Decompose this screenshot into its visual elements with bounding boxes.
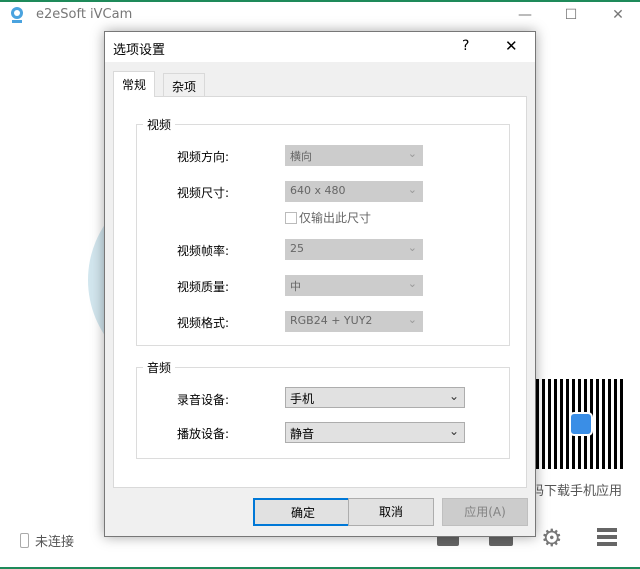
size-label: 视频尺寸: bbox=[177, 186, 230, 200]
dialog-title: 选项设置 bbox=[113, 43, 166, 58]
checkbox-box bbox=[285, 211, 297, 224]
connection-status: 未连接 bbox=[35, 535, 75, 550]
playback-device-label: 播放设备: bbox=[177, 427, 230, 441]
ok-button[interactable]: 确定 bbox=[253, 498, 353, 526]
record-device-label: 录音设备: bbox=[177, 393, 230, 407]
quality-value: 中 bbox=[290, 280, 301, 293]
close-app-button[interactable]: ✕ bbox=[603, 4, 633, 26]
tab-general[interactable]: 常规 bbox=[113, 71, 156, 97]
dialog-titlebar: 选项设置 ? ✕ bbox=[105, 32, 535, 62]
audio-group: 音频 录音设备: 手机 ⌄ 播放设备: 静音 ⌄ bbox=[136, 359, 510, 459]
chevron-down-icon: ⌄ bbox=[407, 313, 417, 326]
orientation-select: 横向 ⌄ bbox=[285, 145, 423, 166]
chevron-down-icon: ⌄ bbox=[407, 277, 417, 290]
chevron-down-icon: ⌄ bbox=[407, 147, 417, 160]
app-logo-icon bbox=[9, 6, 25, 27]
format-label: 视频格式: bbox=[177, 316, 230, 330]
chevron-down-icon: ⌄ bbox=[448, 389, 459, 403]
format-select: RGB24 + YUY2 ⌄ bbox=[285, 311, 423, 332]
only-size-checkbox: 仅输出此尺寸 bbox=[285, 209, 371, 226]
gear-icon[interactable]: ⚙ bbox=[541, 524, 563, 552]
chevron-down-icon: ⌄ bbox=[407, 241, 417, 254]
minimize-button[interactable]: — bbox=[510, 4, 540, 26]
video-group: 视频 视频方向: 横向 ⌄ 视频尺寸: 640 x 480 ⌄ 仅输出此尺寸 视频帧… bbox=[136, 116, 510, 346]
help-button[interactable]: ? bbox=[462, 38, 469, 54]
size-select: 640 x 480 ⌄ bbox=[285, 181, 423, 202]
dialog-close-button[interactable]: ✕ bbox=[505, 37, 518, 55]
format-value: RGB24 + YUY2 bbox=[290, 314, 373, 327]
qr-code bbox=[536, 379, 626, 469]
options-dialog: 选项设置 ? ✕ 常规 杂项 视频 视频方向: 横向 ⌄ 视频尺寸: 640 x … bbox=[104, 31, 536, 537]
orientation-label: 视频方向: bbox=[177, 150, 230, 164]
orientation-value: 横向 bbox=[290, 150, 312, 163]
framerate-value: 25 bbox=[290, 242, 304, 255]
record-device-select[interactable]: 手机 ⌄ bbox=[285, 387, 465, 408]
cancel-button[interactable]: 取消 bbox=[348, 498, 434, 526]
size-value: 640 x 480 bbox=[290, 184, 346, 197]
audio-group-label: 音频 bbox=[143, 359, 176, 376]
apply-button[interactable]: 应用(A) bbox=[442, 498, 528, 526]
maximize-button[interactable]: ☐ bbox=[556, 4, 586, 26]
only-size-label: 仅输出此尺寸 bbox=[299, 211, 372, 225]
tab-panel: 视频 视频方向: 横向 ⌄ 视频尺寸: 640 x 480 ⌄ 仅输出此尺寸 视频帧… bbox=[113, 96, 527, 488]
record-device-value: 手机 bbox=[290, 392, 315, 406]
qr-caption: 码下载手机应用 bbox=[531, 484, 623, 499]
tab-misc[interactable]: 杂项 bbox=[163, 73, 206, 97]
menu-icon[interactable] bbox=[597, 528, 617, 546]
framerate-select: 25 ⌄ bbox=[285, 239, 423, 260]
playback-device-select[interactable]: 静音 ⌄ bbox=[285, 422, 465, 443]
top-accent-line bbox=[0, 0, 640, 2]
phone-icon bbox=[20, 533, 29, 548]
quality-select: 中 ⌄ bbox=[285, 275, 423, 296]
video-group-label: 视频 bbox=[143, 116, 176, 133]
app-title: e2eSoft iVCam bbox=[36, 7, 133, 22]
playback-device-value: 静音 bbox=[290, 427, 315, 441]
framerate-label: 视频帧率: bbox=[177, 244, 230, 258]
quality-label: 视频质量: bbox=[177, 280, 230, 294]
chevron-down-icon: ⌄ bbox=[448, 424, 459, 438]
chevron-down-icon: ⌄ bbox=[407, 183, 417, 196]
